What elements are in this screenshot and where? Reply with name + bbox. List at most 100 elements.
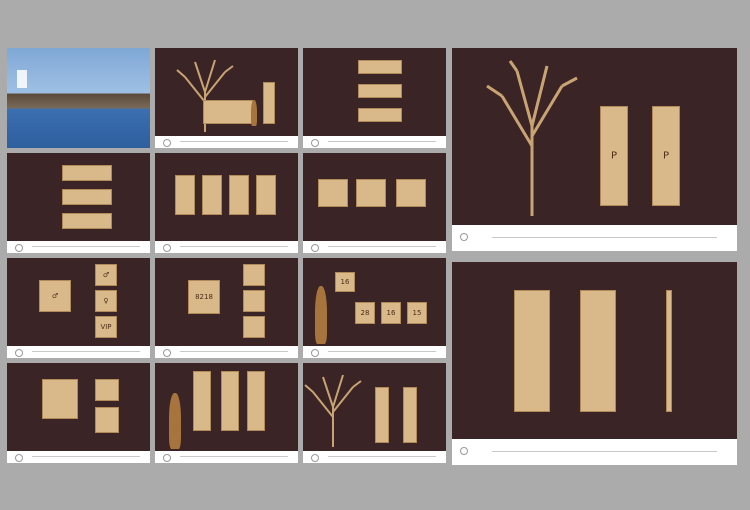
logo-icon: [460, 447, 468, 455]
sign-number: 15: [407, 302, 427, 324]
sign-square: [356, 179, 386, 207]
board-panel: P P: [452, 48, 737, 225]
room-number: 16: [386, 309, 396, 317]
logo-icon: [311, 139, 319, 147]
board-panel: [155, 153, 298, 241]
sign-number: 16: [381, 302, 401, 324]
logo-icon: [163, 349, 171, 357]
board-large-directory[interactable]: [452, 262, 737, 465]
board-lattice-signs[interactable]: [7, 363, 150, 463]
board-hotel-photo[interactable]: [7, 48, 150, 148]
board-panel: [303, 153, 446, 241]
human-silhouette: [315, 286, 327, 344]
board-directory-signs[interactable]: [155, 363, 298, 463]
sign-pictogram: [202, 175, 222, 215]
sign-number: 16: [335, 272, 355, 292]
parking-icon: P: [610, 150, 618, 162]
sign-totem: P: [600, 106, 628, 206]
sign-female: ♀: [95, 290, 117, 312]
sign-small: [243, 290, 265, 312]
title-strip: [7, 241, 150, 253]
board-tree-directional[interactable]: [303, 363, 446, 463]
sign-column: [263, 82, 275, 124]
board-restrooms[interactable]: ♂ ♂ ♀ VIP: [7, 258, 150, 358]
sign-small: [243, 316, 265, 338]
vip-label: VIP: [100, 323, 112, 331]
sign-directional: [375, 387, 389, 443]
sign-totem: [580, 290, 616, 412]
logo-icon: [15, 454, 23, 462]
sign-lattice: [95, 407, 119, 433]
sign-number: 28: [355, 302, 375, 324]
board-panel: ♂ ♂ ♀ VIP: [7, 258, 150, 346]
title-strip: [452, 225, 737, 251]
sign-small: [243, 264, 265, 286]
board-hanging-signs[interactable]: [303, 48, 446, 148]
board-tree-sign[interactable]: [155, 48, 298, 148]
sign-room-8218: 8218: [188, 280, 220, 314]
sign-pictogram: [256, 175, 276, 215]
sign-column: [221, 371, 239, 431]
board-panel: [7, 363, 150, 451]
sign-column: [247, 371, 265, 431]
board-square-signs[interactable]: [303, 153, 446, 253]
sign-hanging: [358, 84, 402, 98]
title-strip: [155, 451, 298, 463]
board-room-signs[interactable]: 8218: [155, 258, 298, 358]
person-icon: ♂: [51, 292, 59, 300]
tree-illustration: [486, 60, 578, 216]
sign-post: [666, 290, 672, 412]
sign-plate: [203, 100, 253, 124]
title-strip: [303, 451, 446, 463]
hotel-photo: [7, 48, 150, 148]
logo-plate: [17, 70, 27, 88]
sign-male: ♂: [95, 264, 117, 286]
board-number-signs[interactable]: 16 28 16 15: [303, 258, 446, 358]
logo-icon: [15, 244, 23, 252]
board-panel: [155, 48, 298, 136]
sign-square: [318, 179, 348, 207]
title-strip: [7, 346, 150, 358]
logo-icon: [311, 349, 319, 357]
title-strip: [7, 451, 150, 463]
board-panel: [155, 363, 298, 451]
logo-icon: [163, 244, 171, 252]
logo-icon: [163, 139, 171, 147]
sign-totem: [514, 290, 550, 412]
logo-icon: [311, 244, 319, 252]
sign-totem: P: [652, 106, 680, 206]
human-silhouette: [251, 100, 257, 126]
viewer-top-bar: [0, 0, 750, 40]
sign-hanging: [358, 108, 402, 122]
sign-lattice: [42, 379, 78, 419]
title-strip: [303, 136, 446, 148]
board-panel: [303, 48, 446, 136]
title-strip: [303, 346, 446, 358]
logo-icon: [311, 454, 319, 462]
sign-pictogram: [175, 175, 195, 215]
board-large-tree-sign[interactable]: P P: [452, 48, 737, 251]
logo-icon: [460, 233, 468, 241]
title-strip: [303, 241, 446, 253]
sign-lattice: [95, 379, 119, 401]
board-panel: [7, 153, 150, 241]
board-pictogram-signs[interactable]: [155, 153, 298, 253]
sign-column: [193, 371, 211, 431]
tree-illustration: [304, 374, 362, 447]
board-panel: 16 28 16 15: [303, 258, 446, 346]
logo-icon: [15, 349, 23, 357]
sign-restroom-large: ♂: [39, 280, 71, 312]
board-panel: [303, 363, 446, 451]
board-sign-stack[interactable]: [7, 153, 150, 253]
sign-vip: VIP: [95, 316, 117, 338]
sign-square: [396, 179, 426, 207]
sign-directional: [403, 387, 417, 443]
female-icon: ♀: [103, 297, 109, 305]
sign-plate: [62, 165, 112, 181]
room-number: 28: [360, 309, 370, 317]
title-strip: [155, 346, 298, 358]
sign-pictogram: [229, 175, 249, 215]
logo-icon: [163, 454, 171, 462]
parking-icon: P: [662, 150, 670, 162]
sign-plate: [62, 189, 112, 205]
